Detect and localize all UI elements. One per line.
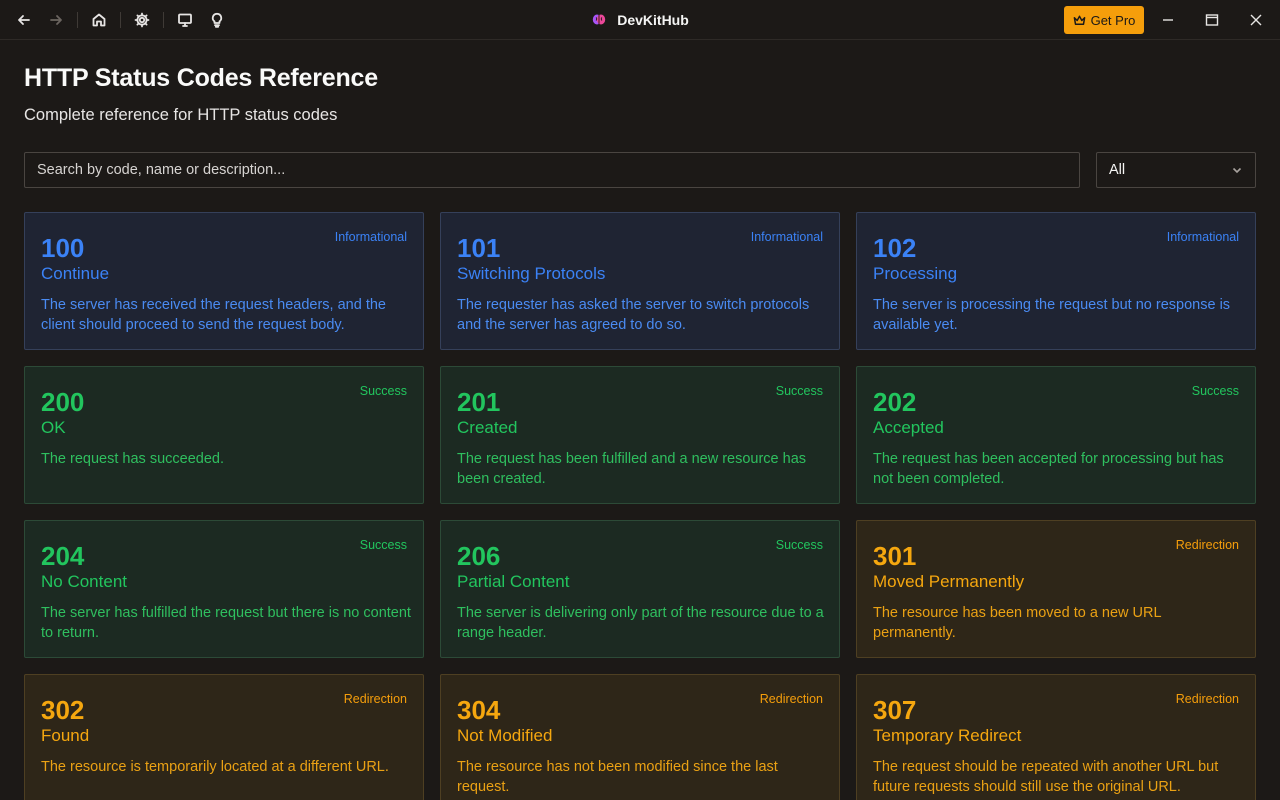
status-card-101[interactable]: Informational 101 Switching Protocols The r… <box>440 212 840 350</box>
lightbulb-icon <box>211 12 223 28</box>
status-description: The resource has been moved to a new URL… <box>873 605 1162 641</box>
status-code: 101 <box>457 233 501 263</box>
status-card-206[interactable]: Success 206 Partial Content The server is d… <box>440 520 840 658</box>
minimize-icon <box>1163 19 1173 21</box>
monitor-icon <box>178 13 192 27</box>
status-card-102[interactable]: Informational 102 Processing The server is … <box>856 212 1256 350</box>
status-description: The resource is temporarily located at a… <box>41 759 389 775</box>
category-filter-value: All <box>1109 162 1126 178</box>
status-description: The request has been fulfilled and a new… <box>457 451 807 487</box>
status-description: The server is delivering only part of th… <box>457 605 824 641</box>
status-category-badge: Informational <box>750 230 823 244</box>
status-description: The server is processing the request but… <box>873 297 1231 333</box>
forward-arrow-icon <box>50 15 62 25</box>
status-description: The requester has asked the server to sw… <box>457 297 810 333</box>
status-name: Temporary Redirect <box>873 726 1022 745</box>
status-name: Processing <box>873 264 958 283</box>
status-name: Found <box>41 726 90 745</box>
status-category-badge: Success <box>775 538 823 552</box>
status-description: The server has fulfilled the request but… <box>41 605 411 641</box>
crown-icon <box>1073 15 1085 25</box>
get-pro-button[interactable]: Get Pro <box>1064 6 1144 34</box>
toolbar-divider <box>163 12 164 28</box>
status-card-307[interactable]: Redirection 307 Temporary Redirect The requ… <box>856 674 1256 800</box>
chevron-down-icon <box>1232 167 1242 174</box>
gear-icon <box>134 12 150 28</box>
status-category-badge: Redirection <box>1175 538 1239 552</box>
status-card-201[interactable]: Success 201 Created The request has been fu… <box>440 366 840 504</box>
status-name: Created <box>457 418 518 437</box>
status-name: Not Modified <box>457 726 553 745</box>
status-description: The request should be repeated with anot… <box>873 759 1219 795</box>
home-icon <box>92 13 106 27</box>
status-name: Accepted <box>873 418 944 437</box>
status-category-badge: Success <box>359 384 407 398</box>
status-code: 206 <box>457 541 501 571</box>
status-name: Partial Content <box>457 572 570 591</box>
status-description: The resource has not been modified since… <box>457 759 778 795</box>
status-category-badge: Redirection <box>759 692 823 706</box>
status-card-200[interactable]: Success 200 OK The request has succeeded. <box>24 366 424 504</box>
tips-button[interactable] <box>205 8 229 32</box>
status-code: 202 <box>873 387 917 417</box>
forward-button[interactable] <box>44 8 68 32</box>
status-card-302[interactable]: Redirection 302 Found The resource is tempo… <box>24 674 424 800</box>
status-category-badge: Success <box>359 538 407 552</box>
minimize-button[interactable] <box>1156 8 1180 32</box>
maximize-icon <box>1205 14 1219 26</box>
status-code: 200 <box>41 387 85 417</box>
close-icon <box>1250 14 1262 26</box>
status-description: The request has been accepted for proces… <box>873 451 1224 487</box>
status-name: OK <box>41 418 66 437</box>
back-button[interactable] <box>12 8 36 32</box>
status-card-301[interactable]: Redirection 301 Moved Permanently The resou… <box>856 520 1256 658</box>
page-title: HTTP Status Codes Reference <box>24 64 378 92</box>
status-card-304[interactable]: Redirection 304 Not Modified The resource h… <box>440 674 840 800</box>
status-name: Switching Protocols <box>457 264 606 283</box>
status-category-badge: Redirection <box>1175 692 1239 706</box>
status-code: 204 <box>41 541 85 571</box>
settings-button[interactable] <box>130 8 154 32</box>
status-description: The request has succeeded. <box>41 451 224 467</box>
close-button[interactable] <box>1244 8 1268 32</box>
status-code: 102 <box>873 233 917 263</box>
brain-logo-icon <box>593 14 606 25</box>
get-pro-label: Get Pro <box>1090 12 1136 28</box>
status-name: No Content <box>41 572 127 591</box>
status-category-badge: Redirection <box>343 692 407 706</box>
status-code: 304 <box>457 695 501 725</box>
category-filter-select[interactable]: All <box>1096 152 1256 188</box>
status-description: The server has received the request head… <box>41 297 386 333</box>
back-arrow-icon <box>18 15 30 25</box>
status-card-100[interactable]: Informational 100 Continue The server has r… <box>24 212 424 350</box>
status-code: 301 <box>873 541 917 571</box>
status-card-204[interactable]: Success 204 No Content The server has fulfi… <box>24 520 424 658</box>
status-name: Continue <box>41 264 110 283</box>
status-category-badge: Success <box>775 384 823 398</box>
app-name: DevKitHub <box>617 12 689 28</box>
page-subtitle: Complete reference for HTTP status codes <box>24 106 338 124</box>
status-category-badge: Success <box>1191 384 1239 398</box>
status-card-202[interactable]: Success 202 Accepted The request has been a… <box>856 366 1256 504</box>
status-name: Moved Permanently <box>873 572 1025 591</box>
status-code: 307 <box>873 695 917 725</box>
status-code: 100 <box>41 233 85 263</box>
title-bar: DevKitHub Get Pro <box>0 0 1280 40</box>
toolbar-divider <box>77 12 78 28</box>
display-button[interactable] <box>173 8 197 32</box>
search-input[interactable] <box>24 152 1080 188</box>
nav-toolbar <box>8 0 233 40</box>
toolbar-divider <box>120 12 121 28</box>
status-code: 201 <box>457 387 501 417</box>
status-category-badge: Informational <box>1166 230 1239 244</box>
maximize-button[interactable] <box>1200 8 1224 32</box>
home-button[interactable] <box>87 8 111 32</box>
status-code: 302 <box>41 695 85 725</box>
status-category-badge: Informational <box>334 230 407 244</box>
